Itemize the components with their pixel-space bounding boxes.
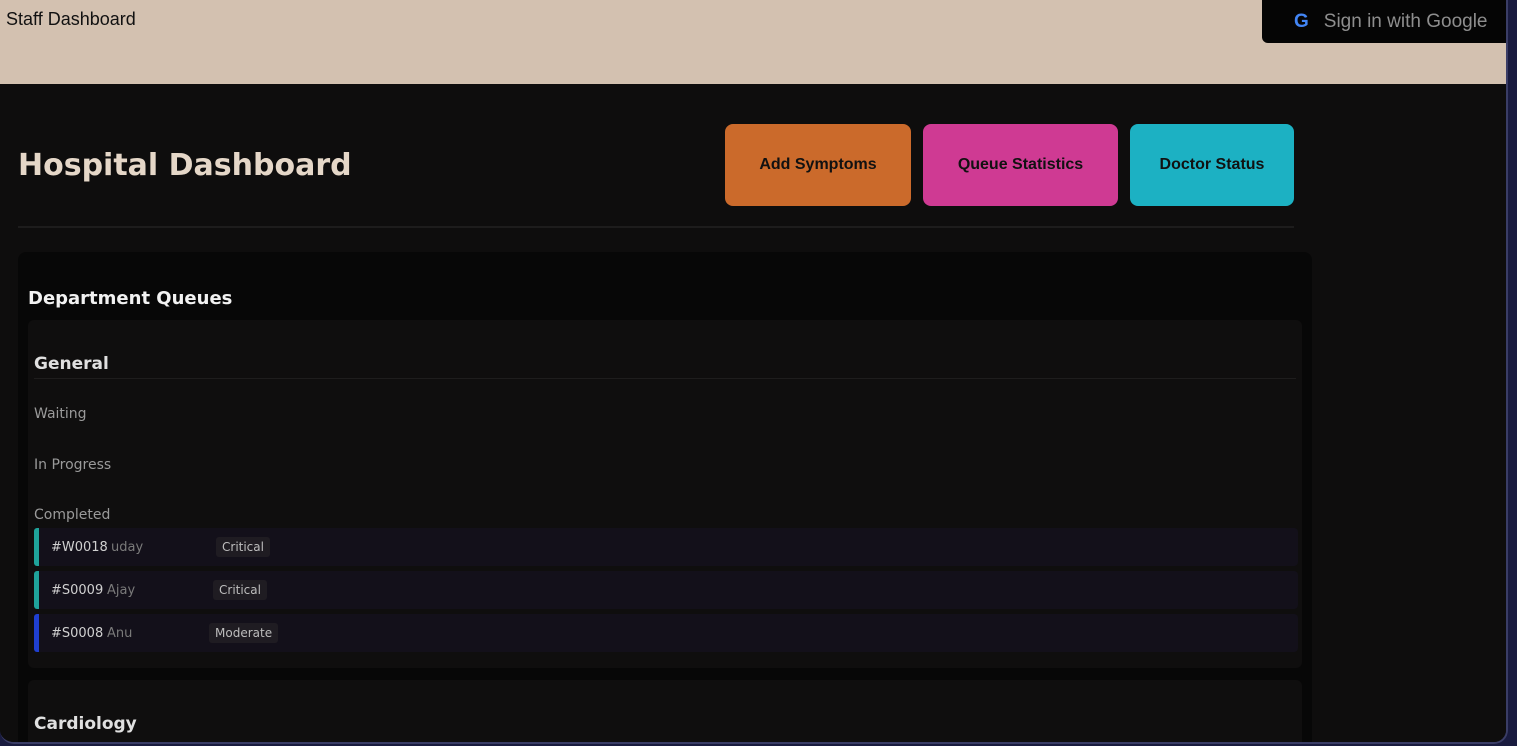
patient-row[interactable]: #W0018 uday Critical [34, 528, 1298, 566]
patient-row[interactable]: #S0009 Ajay Critical [34, 571, 1298, 609]
queue-statistics-button[interactable]: Queue Statistics [923, 124, 1118, 206]
severity-badge: Moderate [209, 623, 279, 643]
severity-bar [34, 614, 39, 652]
patient-name: uday [111, 540, 144, 555]
severity-bar [34, 571, 39, 609]
severity-badge: Critical [213, 580, 267, 600]
patient-name: Ajay [107, 583, 136, 598]
divider [34, 378, 1296, 379]
dashboard-header: Hospital Dashboard Add Symptoms Queue St… [18, 124, 1294, 228]
patient-id: #S0008 [51, 626, 104, 641]
page-title: Hospital Dashboard [18, 148, 352, 183]
department-queues-panel: Department Queues General Waiting In Pro… [18, 252, 1312, 742]
department-card-general: General Waiting In Progress Completed #W… [28, 320, 1302, 668]
department-name: General [34, 354, 109, 374]
department-name: Cardiology [34, 714, 137, 734]
patient-name: Anu [107, 626, 133, 641]
add-symptoms-button[interactable]: Add Symptoms [725, 124, 911, 206]
sign-in-label: Sign in with Google [1323, 10, 1488, 32]
patient-row[interactable]: #S0008 Anu Moderate [34, 614, 1298, 652]
top-bar: Staff Dashboard G Sign in with Google [0, 0, 1506, 84]
app-window: Staff Dashboard G Sign in with Google Ho… [0, 0, 1508, 744]
doctor-status-button[interactable]: Doctor Status [1130, 124, 1294, 206]
main-content: Hospital Dashboard Add Symptoms Queue St… [0, 84, 1316, 742]
department-queues-title: Department Queues [28, 288, 233, 309]
completed-label: Completed [34, 507, 111, 523]
google-sign-in-button[interactable]: G Sign in with Google [1262, 0, 1506, 43]
google-g-icon: G [1294, 10, 1309, 32]
patient-id: #S0009 [51, 583, 104, 598]
right-gutter [1316, 84, 1506, 742]
severity-badge: Critical [216, 537, 270, 557]
severity-bar [34, 528, 39, 566]
in-progress-label: In Progress [34, 457, 112, 473]
waiting-label: Waiting [34, 406, 87, 422]
app-title: Staff Dashboard [6, 9, 136, 29]
department-card-cardiology: Cardiology [28, 680, 1302, 742]
patient-id: #W0018 [51, 540, 108, 555]
